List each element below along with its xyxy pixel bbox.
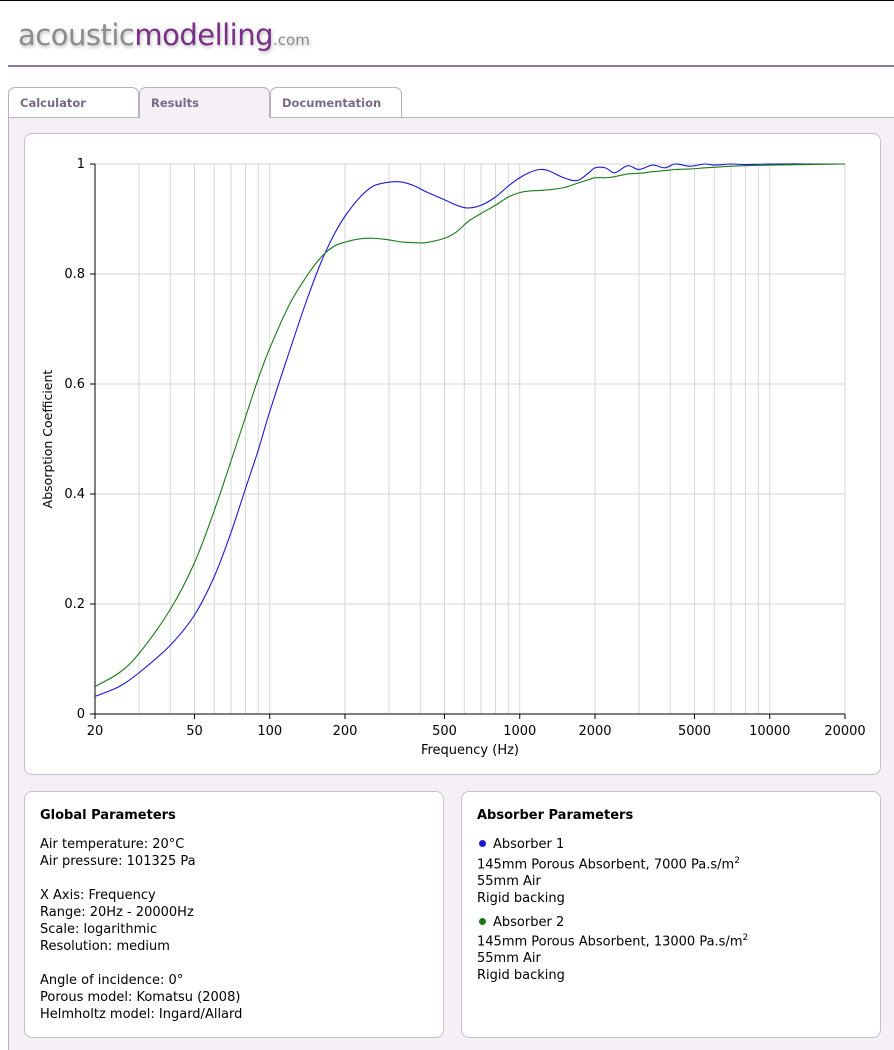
y-tick-label: 0.2	[64, 597, 85, 612]
tab-results[interactable]: Results	[139, 87, 270, 118]
absorber-1-legend-dot	[479, 840, 486, 847]
x-tick-label: 1000	[503, 724, 536, 739]
absorber-1-name: Absorber 1	[493, 837, 565, 852]
y-tick-label: 0.8	[64, 267, 85, 282]
absorber-2-name: Absorber 2	[493, 915, 565, 930]
y-tick-label: 1	[77, 157, 85, 172]
x-tick-label: 10000	[749, 724, 790, 739]
top-border	[0, 0, 894, 1]
absorption-chart: 0 0.2 0.4 0.6 0.8 1 20 50 100 200 500 1000 2000 5000 1…	[40, 157, 866, 758]
absorber-1-layer-1-text: 145mm Porous Absorbent, 7000 Pa.s/m	[477, 857, 735, 873]
x-axis-label: Frequency (Hz)	[421, 743, 519, 758]
logo-part-modelling: modelling	[134, 18, 274, 52]
param-scale: Scale: logarithmic	[40, 922, 157, 937]
param-angle-of-incidence: Angle of incidence: 0°	[40, 973, 184, 988]
absorber-2-heading: Absorber 2	[479, 915, 564, 930]
absorber-1-layer-2: 55mm Air	[477, 874, 541, 889]
y-tick-label: 0.4	[64, 487, 85, 502]
global-parameters-panel: Global Parameters Air temperature: 20°C …	[24, 791, 444, 1038]
tab-documentation[interactable]: Documentation	[270, 87, 402, 117]
param-porous-model: Porous model: Komatsu (2008)	[40, 990, 241, 1005]
absorber-2-layer-1-superscript: 2	[742, 933, 749, 943]
x-tick-label: 2000	[578, 724, 611, 739]
tab-calculator[interactable]: Calculator	[8, 87, 139, 117]
global-parameters-title: Global Parameters	[40, 808, 176, 823]
param-x-axis: X Axis: Frequency	[40, 888, 156, 903]
x-tick-label: 50	[186, 724, 203, 739]
x-tick-label: 500	[432, 724, 457, 739]
chart-axes	[94, 164, 845, 715]
x-tick-label: 200	[333, 724, 358, 739]
absorber-2-layer-3: Rigid backing	[477, 968, 565, 983]
absorber-parameters-panel: Absorber Parameters Absorber 1 145mm Por…	[461, 791, 881, 1038]
x-tick-label: 20000	[824, 724, 865, 739]
logo-part-com: .com	[273, 31, 310, 49]
y-tick-label: 0	[77, 707, 85, 722]
x-tick-label: 100	[257, 724, 282, 739]
absorber-1-heading: Absorber 1	[479, 837, 564, 852]
chart-series	[94, 163, 846, 697]
absorber-1-layer-1: 145mm Porous Absorbent, 7000 Pa.s/m2	[477, 856, 740, 872]
absorber-parameters-title: Absorber Parameters	[477, 808, 634, 823]
logo-part-acoustic: acoustic	[18, 18, 135, 52]
param-helmholtz-model: Helmholtz model: Ingard/Allard	[40, 1007, 243, 1022]
series-line-absorber-2	[94, 163, 846, 687]
absorber-2-layer-1: 145mm Porous Absorbent, 13000 Pa.s/m2	[477, 933, 748, 949]
absorber-2-layer-2: 55mm Air	[477, 951, 541, 966]
site-logo[interactable]: acousticmodelling.com	[18, 18, 310, 52]
absorber-2-layer-1-text: 145mm Porous Absorbent, 13000 Pa.s/m	[477, 934, 743, 950]
x-tick-label: 5000	[678, 724, 711, 739]
y-tick-label: 0.6	[64, 377, 85, 392]
chart-box: 0 0.2 0.4 0.6 0.8 1 20 50 100 200 500 1000 2000 5000 1…	[24, 133, 881, 775]
param-air-pressure: Air pressure: 101325 Pa	[40, 854, 196, 869]
absorber-1-layer-1-superscript: 2	[734, 856, 740, 866]
param-range: Range: 20Hz - 20000Hz	[40, 905, 194, 920]
chart-grid	[94, 163, 846, 715]
param-resolution: Resolution: medium	[40, 939, 170, 954]
param-air-temperature: Air temperature: 20°C	[40, 837, 185, 852]
header-divider	[8, 65, 894, 67]
absorber-2-legend-dot	[479, 918, 486, 925]
absorber-1-layer-3: Rigid backing	[477, 891, 565, 906]
x-tick-label: 20	[87, 724, 104, 739]
series-line-absorber-1	[94, 163, 845, 697]
y-axis-label: Absorption Coefficient	[40, 370, 55, 509]
